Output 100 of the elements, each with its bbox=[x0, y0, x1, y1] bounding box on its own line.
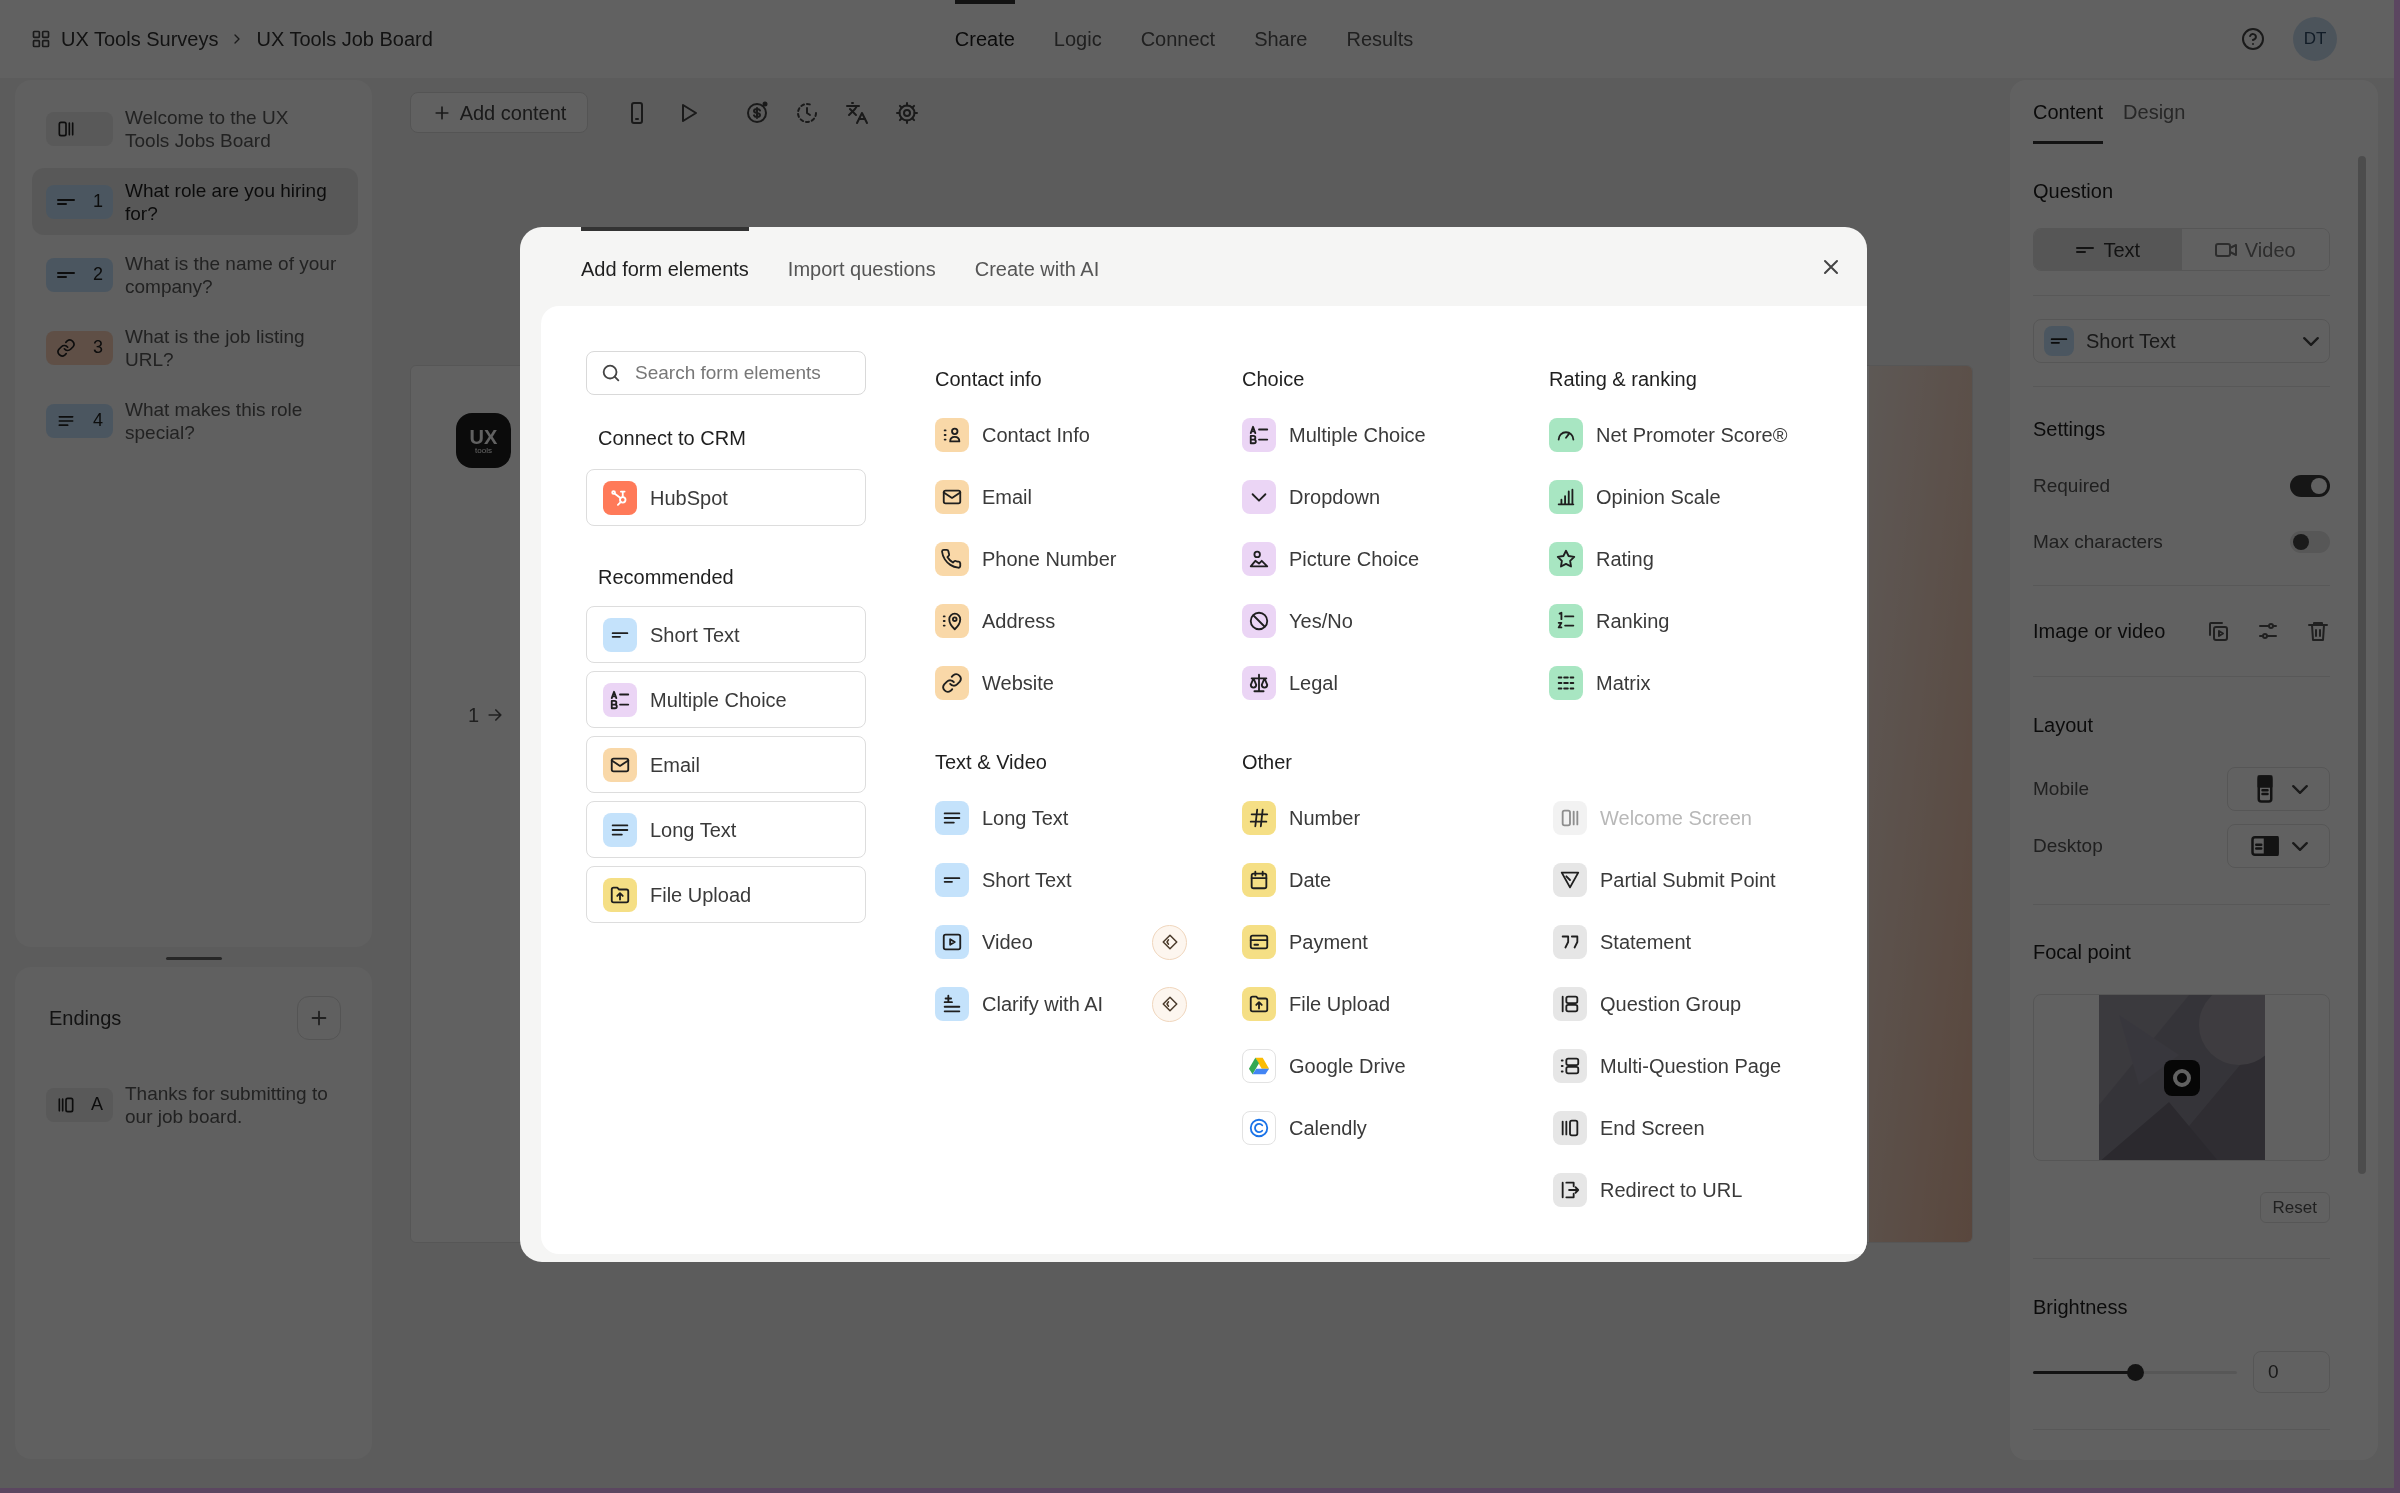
form-element-option[interactable]: Matrix bbox=[1549, 665, 1801, 701]
form-element-option[interactable]: Statement bbox=[1553, 924, 1805, 960]
question-text: Welcome to the UX Tools Jobs Board bbox=[125, 105, 290, 152]
form-element-option[interactable]: Clarify with AI bbox=[935, 986, 1187, 1022]
option-label: Opinion Scale bbox=[1596, 485, 1721, 510]
form-element-option[interactable]: Long Text bbox=[935, 800, 1187, 836]
form-element-option[interactable]: Contact Info bbox=[935, 417, 1187, 453]
media-copy-icon[interactable] bbox=[2206, 619, 2230, 643]
layout-label: Mobile bbox=[2033, 776, 2089, 801]
dialog-tab[interactable]: Create with AI bbox=[974, 227, 1100, 306]
slider-thumb[interactable] bbox=[2126, 1363, 2144, 1381]
chevron-down-icon bbox=[1242, 480, 1276, 514]
envelope-icon bbox=[935, 480, 969, 514]
form-element-option[interactable]: Google Drive bbox=[1242, 1048, 1494, 1084]
dashed-clock-icon[interactable] bbox=[795, 100, 819, 125]
form-element-option[interactable]: Short Text bbox=[935, 862, 1187, 898]
form-element-option[interactable]: Dropdown bbox=[1242, 479, 1494, 515]
option-label: Short Text bbox=[982, 868, 1072, 893]
short-lines-icon bbox=[56, 196, 76, 207]
form-element-option[interactable]: File Upload bbox=[1242, 986, 1494, 1022]
form-element-option[interactable]: Phone Number bbox=[935, 541, 1187, 577]
settings-icon[interactable] bbox=[895, 100, 919, 125]
form-element-option[interactable]: Multi-Question Page bbox=[1553, 1048, 1805, 1084]
question-text: What is the job listing URL? bbox=[125, 324, 306, 371]
form-element-option[interactable]: Rating bbox=[1549, 541, 1801, 577]
short-lines-icon bbox=[2044, 326, 2074, 356]
credit-card-icon bbox=[1242, 925, 1276, 959]
form-element-option[interactable]: Opinion Scale bbox=[1549, 479, 1801, 515]
form-element-option[interactable]: Partial Submit Point bbox=[1553, 862, 1805, 898]
form-element-option[interactable]: Video bbox=[935, 924, 1187, 960]
option-label: Number bbox=[1289, 806, 1361, 831]
focal-point-frame[interactable] bbox=[2033, 994, 2330, 1161]
option-label: Long Text bbox=[982, 806, 1069, 831]
search-field[interactable]: Search form elements bbox=[586, 351, 866, 395]
form-element-option[interactable]: End Screen bbox=[1553, 1110, 1805, 1146]
section-title: Brightness bbox=[2033, 1295, 2129, 1319]
select-value: Short Text bbox=[2086, 329, 2176, 354]
element-button[interactable]: File Upload bbox=[586, 866, 866, 923]
option-label: Dropdown bbox=[1289, 485, 1381, 510]
button-label: HubSpot bbox=[650, 485, 728, 511]
layout-select[interactable] bbox=[2227, 767, 2330, 811]
dialog-tab[interactable]: Import questions bbox=[787, 227, 936, 306]
slider-track[interactable] bbox=[2033, 1363, 2237, 1381]
element-button[interactable]: Long Text bbox=[586, 801, 866, 858]
help-icon[interactable] bbox=[2241, 27, 2265, 51]
element-button[interactable]: Multiple Choice bbox=[586, 671, 866, 728]
bar-chart-icon bbox=[1549, 480, 1583, 514]
question-text: Thanks for submitting to our job board. bbox=[125, 1081, 329, 1128]
option-label: Email bbox=[982, 485, 1032, 510]
trash-icon[interactable] bbox=[2306, 619, 2330, 643]
section-heading: Contact info bbox=[935, 367, 1043, 391]
layout-select[interactable] bbox=[2227, 824, 2330, 868]
option-label: Redirect to URL bbox=[1600, 1178, 1743, 1203]
form-element-option[interactable]: Legal bbox=[1242, 665, 1494, 701]
question-text: What role are you hiring for? bbox=[125, 178, 328, 225]
quote-icon bbox=[1553, 925, 1587, 959]
form-element-option[interactable]: Redirect to URL bbox=[1553, 1172, 1805, 1208]
form-element-option[interactable]: Multiple Choice bbox=[1242, 417, 1494, 453]
option-label: Welcome Screen bbox=[1600, 806, 1752, 831]
folder-upload-icon bbox=[1242, 987, 1276, 1021]
option-label: Clarify with AI bbox=[982, 992, 1104, 1017]
form-element-option[interactable]: Number bbox=[1242, 800, 1494, 836]
option-label: Net Promoter Score® bbox=[1596, 423, 1788, 448]
form-element-option[interactable]: Date bbox=[1242, 862, 1494, 898]
form-element-option[interactable]: Calendly bbox=[1242, 1110, 1494, 1146]
apps-grid-icon[interactable] bbox=[31, 29, 51, 49]
coin-icon[interactable] bbox=[745, 100, 769, 125]
envelope-icon bbox=[603, 747, 637, 782]
form-element-option[interactable]: Address bbox=[935, 603, 1187, 639]
form-element-option[interactable]: Question Group bbox=[1553, 986, 1805, 1022]
form-element-option[interactable]: Payment bbox=[1242, 924, 1494, 960]
option-label: Google Drive bbox=[1289, 1054, 1406, 1079]
element-button[interactable]: Short Text bbox=[586, 606, 866, 663]
layout-label: Desktop bbox=[2033, 833, 2103, 858]
calendar-icon bbox=[1242, 863, 1276, 897]
short-lines-icon bbox=[935, 863, 969, 897]
form-element-option[interactable]: Email bbox=[935, 479, 1187, 515]
question-number: 4 bbox=[93, 409, 103, 432]
form-element-option[interactable]: Ranking bbox=[1549, 603, 1801, 639]
form-element-option[interactable]: Website bbox=[935, 665, 1187, 701]
toggle-switch[interactable] bbox=[2290, 475, 2330, 497]
form-element-option[interactable]: Net Promoter Score® bbox=[1549, 417, 1801, 453]
toggle-switch[interactable] bbox=[2290, 531, 2330, 553]
element-button[interactable]: Email bbox=[586, 736, 866, 793]
text-lines-icon bbox=[935, 801, 969, 835]
add-ending-button[interactable] bbox=[297, 996, 341, 1040]
form-element-option[interactable]: Yes/No bbox=[1242, 603, 1494, 639]
lettered-list-icon bbox=[1242, 418, 1276, 452]
translate-icon[interactable] bbox=[845, 100, 869, 125]
form-element-option[interactable]: Picture Choice bbox=[1242, 541, 1494, 577]
text-lines-icon bbox=[603, 812, 637, 847]
question-number: 1 bbox=[93, 190, 103, 213]
resize-handle[interactable] bbox=[165, 957, 222, 960]
step-number: 1 bbox=[468, 703, 480, 728]
option-label: Matrix bbox=[1596, 671, 1651, 696]
hash-icon bbox=[1242, 801, 1276, 835]
option-label: Payment bbox=[1289, 930, 1368, 955]
element-button[interactable]: HubSpot bbox=[586, 469, 866, 526]
gauge-icon bbox=[1549, 418, 1583, 452]
location-pin-icon bbox=[935, 604, 969, 638]
